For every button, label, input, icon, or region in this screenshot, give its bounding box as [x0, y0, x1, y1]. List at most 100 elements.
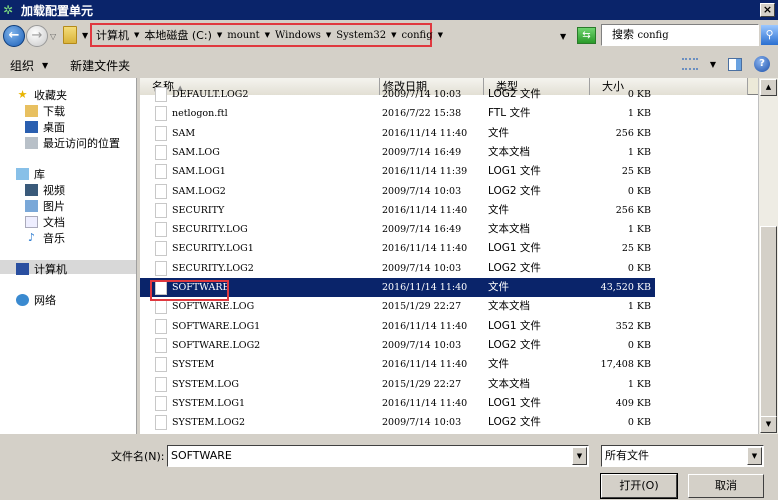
file-size: 17,408 KB — [600, 359, 651, 371]
chevron-down-icon[interactable]: ▼ — [710, 60, 716, 69]
filename-dropdown-button[interactable]: ▼ — [572, 447, 587, 465]
sidebar-item-label: 收藏夹 — [34, 89, 67, 102]
close-button[interactable]: × — [760, 3, 775, 17]
breadcrumb-config[interactable]: config — [401, 30, 432, 41]
cancel-button[interactable]: 取消 — [688, 474, 764, 498]
file-row[interactable]: SAM.LOG1 2016/11/14 11:39 LOG1 文件 25 KB — [140, 162, 655, 181]
file-row[interactable]: SYSTEM.LOG 2015/1/29 22:27 文本文档 1 KB — [140, 375, 655, 394]
sidebar-item-label: 网络 — [34, 294, 56, 307]
file-row[interactable]: SYSTEM.LOG1 2016/11/14 11:40 LOG1 文件 409 KB — [140, 394, 655, 413]
breadcrumb-local-disk[interactable]: 本地磁盘 (C:) — [144, 27, 211, 43]
organize-button[interactable]: 组织 ▼ — [10, 57, 48, 74]
sidebar-item-label: 桌面 — [43, 121, 65, 134]
breadcrumb-system32[interactable]: System32 — [336, 30, 386, 41]
sidebar-item-label: 库 — [34, 168, 45, 181]
file-row[interactable]: SAM 2016/11/14 11:40 文件 256 KB — [140, 124, 655, 143]
sidebar-item-network[interactable]: 网络 — [16, 292, 56, 308]
history-dropdown-icon[interactable]: ▽ — [50, 32, 56, 41]
file-row[interactable]: SECURITY 2016/11/14 11:40 文件 256 KB — [140, 201, 655, 220]
chevron-down-icon[interactable]: ▼ — [391, 31, 396, 39]
chevron-down-icon[interactable]: ▼ — [217, 31, 222, 39]
address-bar[interactable]: 计算机 ▼ 本地磁盘 (C:) ▼ mount ▼ Windows ▼ Syst… — [90, 23, 566, 47]
file-date: 2009/7/14 16:49 — [382, 146, 462, 158]
file-row[interactable]: SOFTWARE.LOG2 2009/7/14 10:03 LOG2 文件 0 KB — [140, 336, 655, 355]
file-name: SAM.LOG2 — [172, 185, 226, 197]
file-size: 1 KB — [627, 108, 651, 120]
preview-pane-icon[interactable] — [728, 57, 742, 71]
breadcrumb-mount[interactable]: mount — [227, 30, 259, 41]
file-size: 256 KB — [615, 127, 651, 139]
file-icon — [155, 106, 167, 122]
sidebar-item-music[interactable]: ♪ 音乐 — [25, 230, 65, 246]
sidebar-item-desktop[interactable]: 桌面 — [25, 119, 65, 135]
view-options-icon[interactable] — [681, 58, 698, 70]
filename-input[interactable]: SOFTWARE ▼ — [167, 445, 589, 467]
filetype-dropdown-button[interactable]: ▼ — [747, 447, 762, 465]
vertical-scrollbar[interactable]: ▲ ▼ — [758, 78, 778, 434]
file-row[interactable]: DEFAULT.LOG2 2009/7/14 10:03 LOG2 文件 0 KB — [140, 85, 655, 104]
open-button[interactable]: 打开(O) — [600, 473, 678, 499]
sidebar-item-label: 图片 — [43, 200, 65, 213]
file-icon — [155, 415, 167, 431]
file-icon — [155, 357, 167, 373]
chevron-down-icon[interactable]: ▼ — [134, 31, 139, 39]
file-row[interactable]: SAM.LOG 2009/7/14 16:49 文本文档 1 KB — [140, 143, 655, 162]
sidebar-item-libraries[interactable]: 库 — [16, 166, 45, 182]
picture-icon — [25, 200, 38, 212]
sidebar-item-computer[interactable]: 计算机 — [16, 261, 67, 277]
file-row[interactable]: SYSTEM 2016/11/14 11:40 文件 17,408 KB — [140, 355, 655, 374]
back-button[interactable]: ← — [3, 25, 25, 47]
sidebar-item-recent[interactable]: 最近访问的位置 — [25, 135, 120, 151]
file-row[interactable]: SECURITY.LOG2 2009/7/14 10:03 LOG2 文件 0 KB — [140, 259, 655, 278]
chevron-down-icon[interactable]: ▼ — [438, 31, 443, 39]
file-date: 2009/7/14 10:03 — [382, 417, 462, 429]
file-name: SYSTEM.LOG2 — [172, 417, 246, 429]
file-row[interactable]: netlogon.ftl 2016/7/22 15:38 FTL 文件 1 KB — [140, 104, 655, 123]
chevron-down-icon[interactable]: ▼ — [82, 31, 88, 40]
file-date: 2016/7/22 15:38 — [382, 108, 462, 120]
forward-button[interactable]: → — [26, 25, 48, 47]
chevron-down-icon[interactable]: ▼ — [326, 31, 331, 39]
file-date: 2016/11/14 11:40 — [382, 127, 468, 139]
new-folder-button[interactable]: 新建文件夹 — [70, 57, 130, 74]
sidebar-item-downloads[interactable]: 下载 — [25, 103, 65, 119]
file-row[interactable]: SYSTEM.LOG2 2009/7/14 10:03 LOG2 文件 0 KB — [140, 413, 655, 432]
breadcrumb-computer[interactable]: 计算机 — [96, 27, 129, 43]
scroll-thumb[interactable] — [760, 226, 777, 418]
sidebar-item-videos[interactable]: 视频 — [25, 182, 65, 198]
file-type: LOG2 文件 — [488, 261, 541, 274]
new-folder-label: 新建文件夹 — [70, 58, 131, 73]
help-icon[interactable]: ? — [754, 56, 770, 72]
file-name: SECURITY.LOG1 — [172, 243, 254, 255]
file-row[interactable]: SECURITY.LOG 2009/7/14 16:49 文本文档 1 KB — [140, 220, 655, 239]
sidebar-item-pictures[interactable]: 图片 — [25, 198, 65, 214]
file-date: 2015/1/29 22:27 — [382, 378, 462, 390]
breadcrumb-windows[interactable]: Windows — [275, 30, 321, 41]
file-row[interactable]: SAM.LOG2 2009/7/14 10:03 LOG2 文件 0 KB — [140, 182, 655, 201]
document-icon — [25, 216, 38, 228]
file-type: LOG1 文件 — [488, 242, 541, 255]
search-icon[interactable]: ⚲ — [761, 25, 778, 45]
sidebar-item-label: 下载 — [43, 105, 65, 118]
file-name: netlogon.ftl — [172, 108, 228, 120]
filetype-value: 所有文件 — [605, 449, 649, 462]
chevron-down-icon[interactable]: ▼ — [265, 31, 270, 39]
file-date: 2016/11/14 11:40 — [382, 359, 468, 371]
file-row[interactable]: SECURITY.LOG1 2016/11/14 11:40 LOG1 文件 25 K… — [140, 239, 655, 258]
scroll-down-button[interactable]: ▼ — [760, 416, 777, 433]
file-type: LOG1 文件 — [488, 165, 541, 178]
file-size: 1 KB — [627, 378, 651, 390]
sidebar-item-favorites[interactable]: ★ 收藏夹 — [16, 87, 67, 103]
file-icon — [155, 318, 167, 334]
file-type: LOG1 文件 — [488, 319, 541, 332]
file-type: 文件 — [488, 358, 509, 371]
search-input[interactable]: 搜索 config — [601, 24, 759, 46]
filetype-select[interactable]: 所有文件 ▼ — [601, 445, 764, 467]
refresh-button[interactable]: ⇆ — [577, 27, 596, 44]
sidebar-item-documents[interactable]: 文档 — [25, 214, 65, 230]
file-row[interactable]: SOFTWARE.LOG1 2016/11/14 11:40 LOG1 文件 352 … — [140, 317, 655, 336]
scroll-up-button[interactable]: ▲ — [760, 79, 777, 96]
address-dropdown-icon[interactable]: ▼ — [560, 32, 566, 41]
star-icon: ★ — [17, 88, 28, 101]
selection-highlight-box — [150, 280, 229, 301]
